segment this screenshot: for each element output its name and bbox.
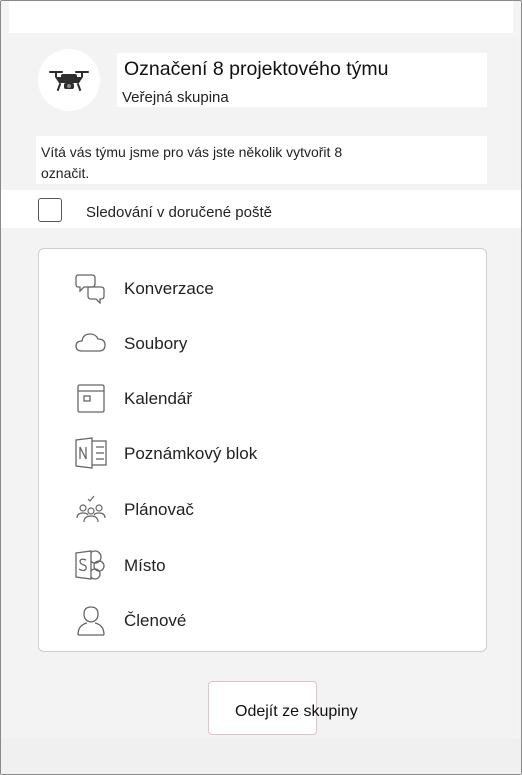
app-label-calendar: Kalendář — [124, 389, 193, 408]
app-item-members[interactable]: Členové — [38, 598, 487, 642]
app-label-members: Členové — [124, 611, 187, 630]
sharepoint-icon — [75, 550, 105, 580]
app-label-notebook: Poznámkový blok — [124, 444, 258, 463]
cloud-icon — [75, 333, 106, 352]
group-avatar — [38, 49, 100, 111]
drone-icon — [49, 71, 89, 92]
leave-group-label[interactable]: Odejít ze skupiny — [235, 703, 358, 721]
app-item-notebook[interactable]: Poznámkový blok — [38, 431, 487, 475]
app-label-planner: Plánovač — [124, 500, 194, 519]
follow-in-inbox-label[interactable]: Sledování v doručené poště — [86, 204, 272, 221]
onenote-icon — [75, 437, 107, 469]
top-bar — [9, 1, 513, 33]
group-name: Označení 8 projektového týmu — [124, 58, 389, 80]
app-label-site: Místo — [124, 556, 166, 575]
app-item-files[interactable]: Soubory — [38, 321, 487, 365]
person-icon — [77, 606, 105, 636]
app-label-conversations: Konverzace — [124, 279, 214, 298]
conversation-icon — [75, 274, 105, 304]
app-label-files: Soubory — [124, 334, 188, 353]
planner-icon — [76, 495, 106, 523]
group-type: Veřejná skupina — [122, 89, 229, 106]
app-item-site[interactable]: Místo — [38, 543, 487, 587]
bottom-bar — [1, 738, 521, 774]
app-item-planner[interactable]: Plánovač — [38, 487, 487, 531]
app-item-conversations[interactable]: Konverzace — [38, 266, 487, 310]
app-item-calendar[interactable]: Kalendář — [38, 376, 487, 420]
follow-in-inbox-checkbox[interactable] — [38, 198, 62, 222]
calendar-icon — [77, 384, 105, 413]
group-description: Vítá vás týmu jsme pro vás jste několik … — [41, 144, 343, 181]
